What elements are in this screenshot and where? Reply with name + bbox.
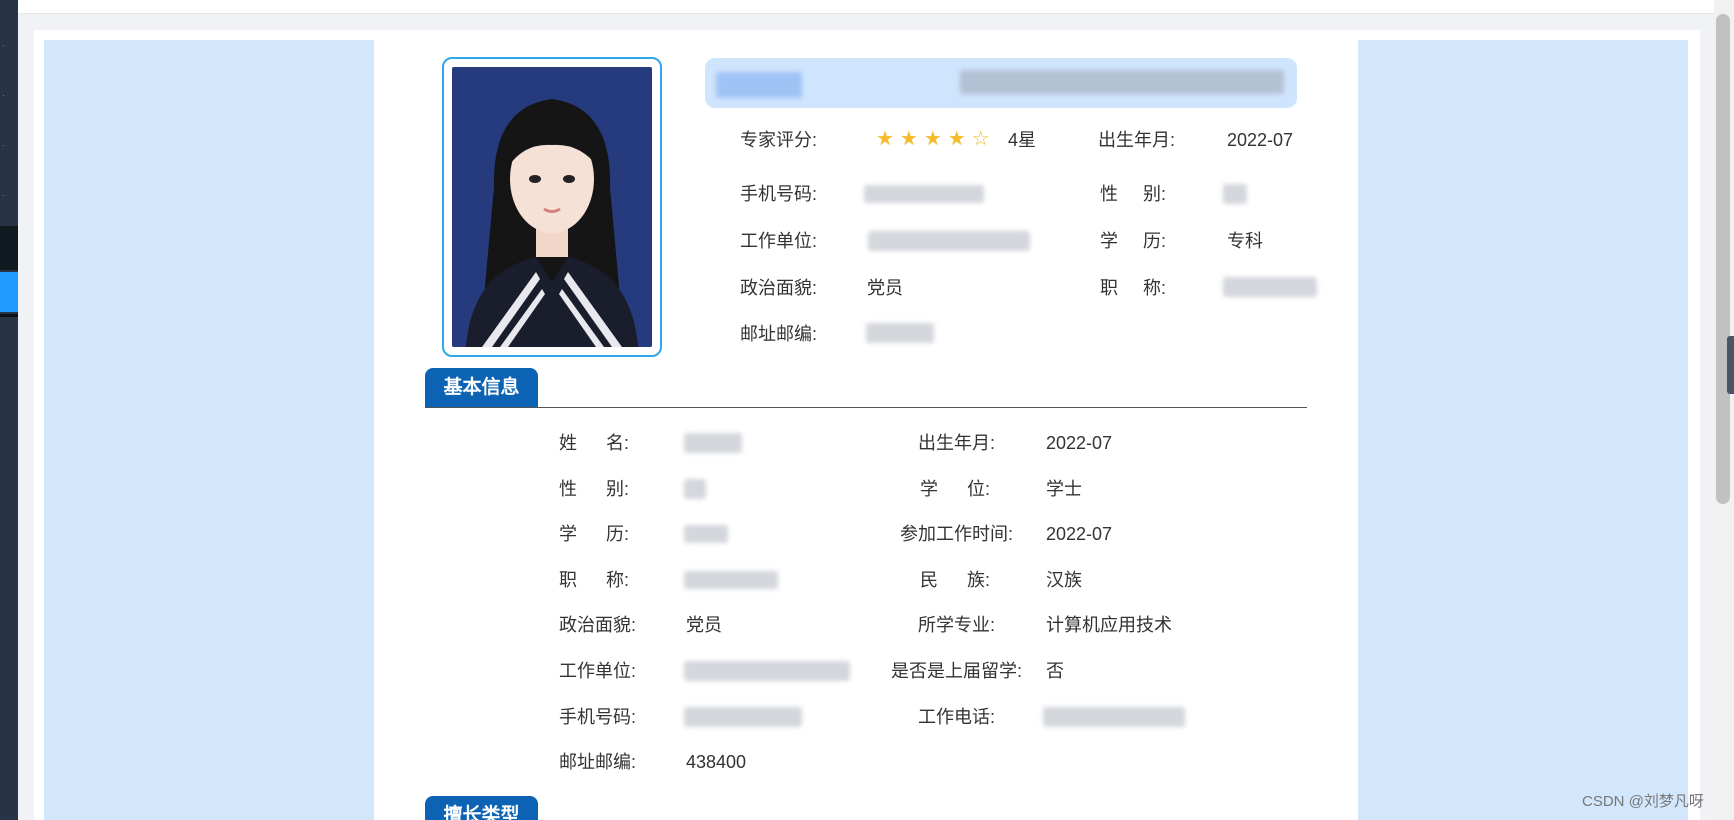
redacted-basic-education xyxy=(684,525,728,543)
political-label: 政治面貌: xyxy=(740,278,818,298)
section-tab-specialty: 擅长类型 xyxy=(425,796,538,820)
section-divider xyxy=(425,407,1307,408)
political-value: 党员 xyxy=(867,278,903,298)
redacted-title xyxy=(1223,277,1317,297)
redacted-basic-phone xyxy=(684,707,802,727)
gender-label: 性 别: xyxy=(1100,184,1167,204)
redacted-basic-name xyxy=(684,433,742,453)
postal-label: 邮址邮编: xyxy=(740,324,818,344)
rating-label: 专家评分: xyxy=(740,130,818,150)
basic-birth-label: 出生年月: xyxy=(918,433,996,453)
redacted-phone xyxy=(864,185,984,203)
redacted-work-phone xyxy=(1043,707,1185,727)
nav-mark: · xyxy=(2,190,5,200)
side-panel-right xyxy=(1358,40,1688,820)
basic-work-phone-label: 工作电话: xyxy=(918,707,996,727)
redacted-gender xyxy=(1223,184,1247,204)
basic-political-label: 政治面貌: xyxy=(559,615,637,635)
profile-photo-frame xyxy=(442,57,662,357)
side-panel-left xyxy=(44,40,374,820)
star-icon: ★★★★ xyxy=(876,128,972,150)
top-bar xyxy=(18,0,1714,14)
basic-work-unit-label: 工作单位: xyxy=(559,661,637,681)
basic-postal-value: 438400 xyxy=(686,752,747,772)
watermark: CSDN @刘梦凡呀 xyxy=(1582,793,1704,810)
profile-photo xyxy=(452,67,652,347)
nav-item-active[interactable] xyxy=(0,272,18,312)
basic-ethnicity-value: 汉族 xyxy=(1046,570,1082,590)
basic-education-label: 学 历: xyxy=(559,524,630,544)
basic-phone-label: 手机号码: xyxy=(559,707,637,727)
basic-postal-label: 邮址邮编: xyxy=(559,752,637,772)
scrollbar-thumb[interactable] xyxy=(1716,14,1730,504)
basic-work-start-value: 2022-07 xyxy=(1046,524,1113,544)
side-tab[interactable] xyxy=(1727,336,1734,394)
basic-title-label: 职 称: xyxy=(559,570,630,590)
basic-degree-label: 学 位: xyxy=(920,479,991,499)
education-label: 学 历: xyxy=(1100,231,1167,251)
basic-degree-value: 学士 xyxy=(1046,479,1082,499)
nav-mark: · xyxy=(2,90,5,100)
education-value: 专科 xyxy=(1227,231,1263,251)
nav-mark: · xyxy=(2,40,5,50)
nav-item[interactable] xyxy=(0,226,18,270)
basic-ethnicity-label: 民 族: xyxy=(920,570,991,590)
title-label: 职 称: xyxy=(1100,278,1167,298)
star-empty-icon: ☆ xyxy=(971,128,996,150)
birth-label: 出生年月: xyxy=(1098,130,1176,150)
left-nav: · · · · xyxy=(0,0,18,820)
redacted-basic-gender xyxy=(684,479,706,499)
work-unit-label: 工作单位: xyxy=(740,231,818,251)
basic-gender-label: 性 别: xyxy=(559,479,630,499)
redacted-name xyxy=(716,72,802,98)
basic-overseas-value: 否 xyxy=(1046,661,1064,681)
basic-major-label: 所学专业: xyxy=(918,615,996,635)
basic-political-value: 党员 xyxy=(686,615,722,635)
redacted-summary xyxy=(960,70,1284,94)
nav-mark: · xyxy=(2,140,5,150)
redacted-postal xyxy=(866,323,934,343)
section-tab-basic-info: 基本信息 xyxy=(425,368,538,408)
basic-work-start-label: 参加工作时间: xyxy=(900,524,1014,544)
redacted-work-unit xyxy=(868,231,1030,251)
nav-divider xyxy=(0,314,18,317)
basic-overseas-label: 是否是上届留学: xyxy=(891,661,1023,681)
rating-text: 4星 xyxy=(1008,130,1037,150)
basic-major-value: 计算机应用技术 xyxy=(1046,615,1172,635)
rating-stars: ★★★★☆ xyxy=(876,128,996,150)
phone-label: 手机号码: xyxy=(740,184,818,204)
redacted-basic-work-unit xyxy=(684,661,850,681)
birth-value: 2022-07 xyxy=(1227,130,1294,150)
basic-name-label: 姓 名: xyxy=(559,433,630,453)
redacted-basic-title xyxy=(684,571,778,589)
basic-birth-value: 2022-07 xyxy=(1046,433,1113,453)
